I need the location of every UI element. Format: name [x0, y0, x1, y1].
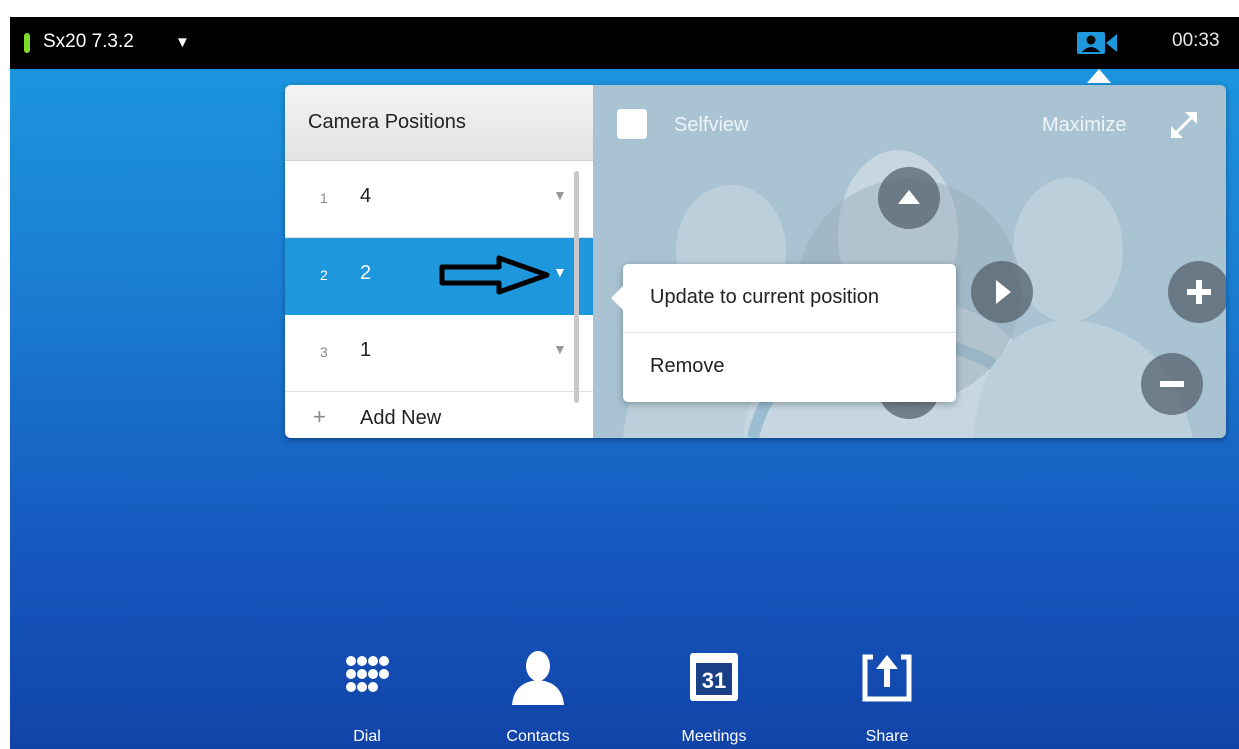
chevron-down-icon[interactable]: ▼ [553, 187, 567, 203]
zoom-out-button[interactable] [1141, 353, 1203, 415]
plus-icon: + [313, 404, 326, 429]
tab-pointer [1087, 69, 1111, 83]
arrow-up-icon [898, 190, 920, 204]
pan-up-button[interactable] [878, 167, 940, 229]
zoom-in-button[interactable] [1168, 261, 1226, 323]
nav-share-button[interactable]: Share [832, 637, 942, 749]
scrollbar[interactable] [574, 171, 579, 403]
camera-position-row[interactable]: 3 1 ▼ [285, 315, 593, 392]
camera-control-icon[interactable] [1076, 30, 1118, 56]
calendar-icon: 31 [690, 653, 738, 701]
add-new-position-button[interactable]: + Add New [285, 393, 593, 438]
camera-positions-list: Camera Positions 1 4 ▼ 2 2 ▼ 3 1 ▼ + Add… [285, 85, 593, 438]
position-index: 2 [320, 267, 328, 283]
selfview-checkbox[interactable] [617, 109, 647, 139]
nav-label: Share [865, 728, 909, 745]
chevron-down-icon[interactable]: ▼ [553, 341, 567, 357]
position-index: 1 [320, 190, 328, 206]
chevron-down-icon[interactable]: ▼ [553, 264, 567, 280]
annotation-arrow-icon [439, 255, 550, 295]
nav-label: Meetings [681, 728, 747, 745]
update-position-menu-item[interactable]: Update to current position [623, 264, 956, 333]
menu-item-label: Remove [650, 355, 725, 377]
selfview-label: Selfview [674, 114, 749, 136]
position-name: 2 [360, 262, 372, 284]
menu-item-label: Update to current position [650, 286, 880, 308]
position-name: 1 [360, 339, 372, 361]
plus-icon [1187, 280, 1211, 304]
panel-title: Camera Positions [308, 111, 466, 133]
position-options-menu: Update to current position Remove [611, 264, 956, 402]
add-new-label: Add New [360, 407, 442, 429]
camera-position-row[interactable]: 1 4 ▼ [285, 161, 593, 238]
remove-menu-item[interactable]: Remove [623, 333, 956, 401]
clock: 00:33 [1172, 30, 1220, 51]
maximize-label[interactable]: Maximize [1042, 114, 1126, 137]
nav-contacts-button[interactable]: Contacts [483, 637, 593, 749]
share-icon [862, 654, 912, 702]
top-bar: Sx20 7.3.2 ▼ 00:33 [10, 17, 1239, 69]
arrow-right-icon [996, 280, 1011, 304]
nav-meetings-button[interactable]: 31 Meetings [659, 637, 769, 749]
minus-icon [1160, 381, 1184, 387]
nav-dial-button[interactable]: Dial [312, 637, 422, 749]
list-header: Camera Positions [285, 85, 593, 161]
contacts-icon [512, 651, 564, 705]
touch-panel-screen: Sx20 7.3.2 ▼ 00:33 Camera Positions 1 4 … [10, 17, 1239, 749]
menu-pointer [611, 286, 623, 310]
position-index: 3 [320, 344, 328, 360]
device-name[interactable]: Sx20 7.3.2 [43, 31, 134, 53]
dialpad-icon [346, 656, 389, 692]
calendar-day: 31 [702, 668, 726, 693]
pan-right-button[interactable] [971, 261, 1033, 323]
device-menu-caret-icon[interactable]: ▼ [175, 34, 190, 51]
maximize-icon[interactable] [1167, 108, 1201, 142]
nav-label: Dial [353, 728, 381, 745]
position-name: 4 [360, 185, 372, 207]
nav-label: Contacts [506, 728, 570, 745]
status-indicator-icon [24, 33, 30, 53]
